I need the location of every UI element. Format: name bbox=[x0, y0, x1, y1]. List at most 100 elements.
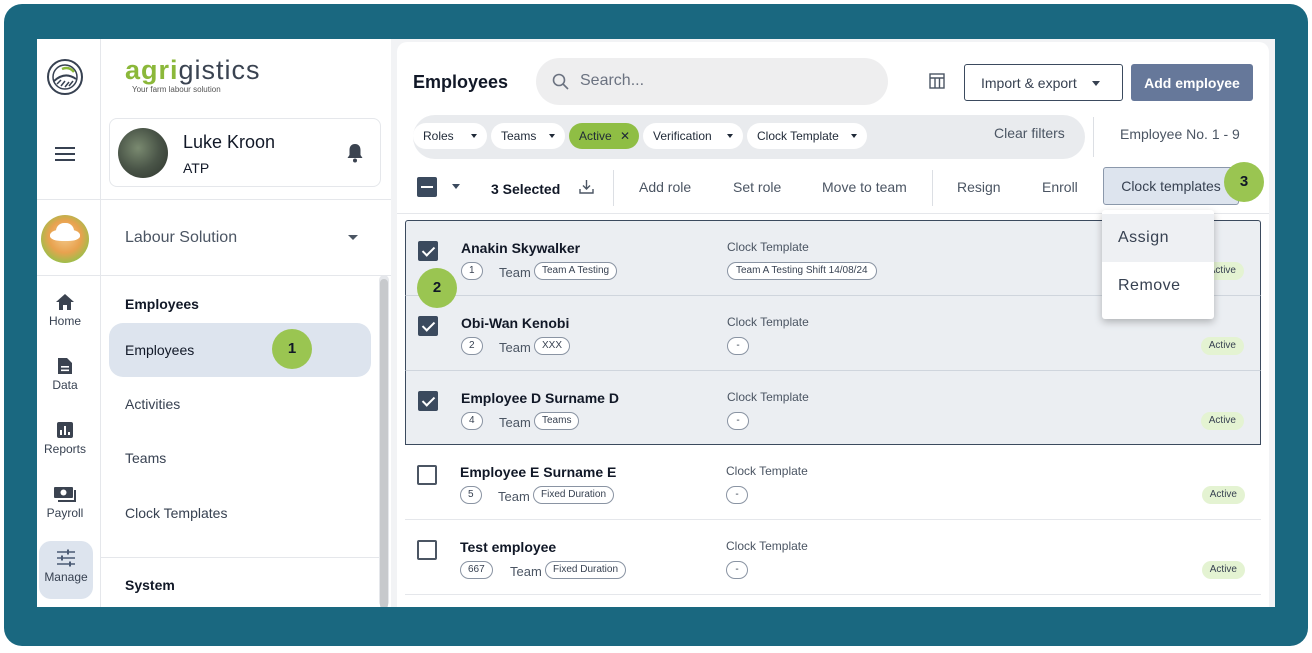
search-input[interactable] bbox=[580, 70, 860, 92]
add-employee-button[interactable]: Add employee bbox=[1131, 64, 1253, 101]
download-icon[interactable] bbox=[579, 179, 594, 194]
row-checkbox[interactable] bbox=[417, 540, 437, 560]
rail-label: Reports bbox=[43, 442, 87, 456]
chip-label: Teams bbox=[501, 129, 537, 143]
home-icon bbox=[56, 294, 74, 310]
employee-id-badge: 5 bbox=[460, 486, 482, 504]
clock-templates-button[interactable]: Clock templates bbox=[1103, 167, 1239, 205]
employee-id-badge: 4 bbox=[461, 412, 483, 430]
sidebar-item-activities[interactable]: Activities bbox=[109, 377, 371, 431]
rail-label: Manage bbox=[44, 570, 88, 584]
resign-button[interactable]: Resign bbox=[957, 179, 1001, 195]
chip-label: Active bbox=[579, 129, 612, 143]
rail-label: Home bbox=[48, 314, 81, 328]
rail-item-reports[interactable]: Reports bbox=[37, 421, 93, 456]
enroll-button[interactable]: Enroll bbox=[1042, 179, 1078, 195]
sidebar-item-clock-templates[interactable]: Clock Templates bbox=[109, 486, 371, 540]
table-row[interactable]: Employee E Surname E 5 Team Fixed Durati… bbox=[405, 445, 1261, 520]
brand-logo[interactable]: agrigistics bbox=[125, 55, 261, 86]
filter-chip-clock-template[interactable]: Clock Template bbox=[747, 123, 867, 149]
rail-item-payroll[interactable]: Payroll bbox=[37, 485, 93, 520]
filter-chip-verification[interactable]: Verification bbox=[643, 123, 743, 149]
menu-item-assign[interactable]: Assign bbox=[1102, 214, 1214, 262]
clock-template-chip: Team A Testing Shift 14/08/24 bbox=[727, 262, 877, 280]
select-all-checkbox[interactable] bbox=[417, 177, 437, 197]
table-row[interactable]: Test employee 667 Team Fixed Duration Cl… bbox=[405, 520, 1261, 595]
divider bbox=[1093, 117, 1094, 157]
chevron-down-icon[interactable] bbox=[348, 235, 358, 240]
team-chip: Team A Testing bbox=[534, 262, 618, 280]
hamburger-menu-icon[interactable] bbox=[55, 147, 75, 163]
import-export-button[interactable]: Import & export bbox=[964, 64, 1123, 101]
sidebar-divider bbox=[101, 275, 391, 276]
close-icon[interactable]: ✕ bbox=[620, 123, 630, 149]
chip-label: Verification bbox=[653, 129, 712, 143]
nav-section-employees: Employees bbox=[125, 296, 199, 312]
user-card[interactable]: Luke Kroon ATP bbox=[109, 118, 381, 187]
farm-avatar[interactable] bbox=[41, 215, 89, 263]
rail-item-home[interactable]: Home bbox=[37, 293, 93, 328]
search-icon bbox=[552, 73, 569, 90]
team-chip: Fixed Duration bbox=[545, 561, 627, 579]
column-settings-icon[interactable] bbox=[929, 73, 945, 89]
filter-chip-teams[interactable]: Teams bbox=[491, 123, 565, 149]
icon-rail: Home Data Reports Payroll Manage bbox=[37, 39, 101, 607]
sidebar-item-employees[interactable]: Employees bbox=[109, 323, 371, 377]
bell-icon[interactable] bbox=[346, 143, 364, 163]
status-badge: Active bbox=[1201, 561, 1245, 579]
set-role-button[interactable]: Set role bbox=[733, 179, 781, 195]
selected-count: 3 Selected bbox=[491, 181, 561, 197]
callout-badge: 1 bbox=[272, 329, 312, 369]
status-badge: Active bbox=[1200, 337, 1244, 355]
employee-count: Employee No. 1 - 9 bbox=[1120, 126, 1240, 142]
clock-template-chip: - bbox=[726, 486, 748, 504]
filter-bar: Roles Teams Active ✕ Verification Clock T… bbox=[413, 115, 1085, 159]
search-bar[interactable] bbox=[536, 58, 888, 105]
filter-chip-roles[interactable]: Roles bbox=[413, 123, 487, 149]
employee-name: Employee D Surname D bbox=[461, 390, 619, 406]
row-checkbox[interactable] bbox=[418, 316, 438, 336]
avatar bbox=[118, 128, 168, 178]
move-to-team-button[interactable]: Move to team bbox=[822, 179, 907, 195]
team-label: Team bbox=[499, 265, 531, 280]
chip-label: Clock Template bbox=[757, 129, 839, 143]
row-checkbox[interactable] bbox=[418, 241, 438, 261]
sidebar-scrollbar[interactable] bbox=[379, 275, 389, 607]
user-org: ATP bbox=[183, 160, 210, 176]
app-logo-icon[interactable] bbox=[45, 57, 85, 97]
chip-label: Roles bbox=[423, 129, 454, 143]
sidebar-item-teams[interactable]: Teams bbox=[109, 431, 371, 485]
status-badge: Active bbox=[1201, 486, 1245, 504]
clock-template-label: Clock Template bbox=[727, 390, 809, 404]
org-select[interactable]: Labour Solution bbox=[125, 229, 237, 247]
chevron-down-icon bbox=[851, 134, 857, 138]
callout-badge: 3 bbox=[1224, 162, 1264, 202]
clock-template-label: Clock Template bbox=[727, 240, 809, 254]
chevron-down-icon[interactable] bbox=[452, 184, 460, 189]
add-role-button[interactable]: Add role bbox=[639, 179, 691, 195]
cash-icon bbox=[54, 487, 76, 502]
filter-chip-active[interactable]: Active ✕ bbox=[569, 123, 639, 149]
row-checkbox[interactable] bbox=[417, 465, 437, 485]
nav-section-system: System bbox=[125, 577, 175, 593]
clock-template-label: Clock Template bbox=[726, 539, 808, 553]
table-row[interactable]: Employee D Surname D 4 Team Teams Clock … bbox=[405, 370, 1261, 445]
team-label: Team bbox=[499, 415, 531, 430]
rail-label: Payroll bbox=[46, 506, 84, 520]
team-chip: Fixed Duration bbox=[533, 486, 615, 504]
rail-item-data[interactable]: Data bbox=[37, 357, 93, 392]
employee-id-badge: 2 bbox=[461, 337, 483, 355]
divider bbox=[932, 170, 933, 206]
menu-item-remove[interactable]: Remove bbox=[1102, 262, 1214, 310]
team-chip: XXX bbox=[534, 337, 571, 355]
employee-id-badge: 667 bbox=[460, 561, 493, 579]
rail-item-manage[interactable]: Manage bbox=[39, 541, 93, 599]
clock-template-chip: - bbox=[727, 412, 749, 430]
chevron-down-icon bbox=[1092, 81, 1100, 86]
rail-label: Data bbox=[52, 378, 78, 392]
employee-name: Test employee bbox=[460, 539, 557, 555]
sidebar-divider bbox=[101, 557, 379, 558]
callout-badge: 2 bbox=[417, 268, 457, 308]
clear-filters-link[interactable]: Clear filters bbox=[994, 125, 1065, 141]
row-checkbox[interactable] bbox=[418, 391, 438, 411]
